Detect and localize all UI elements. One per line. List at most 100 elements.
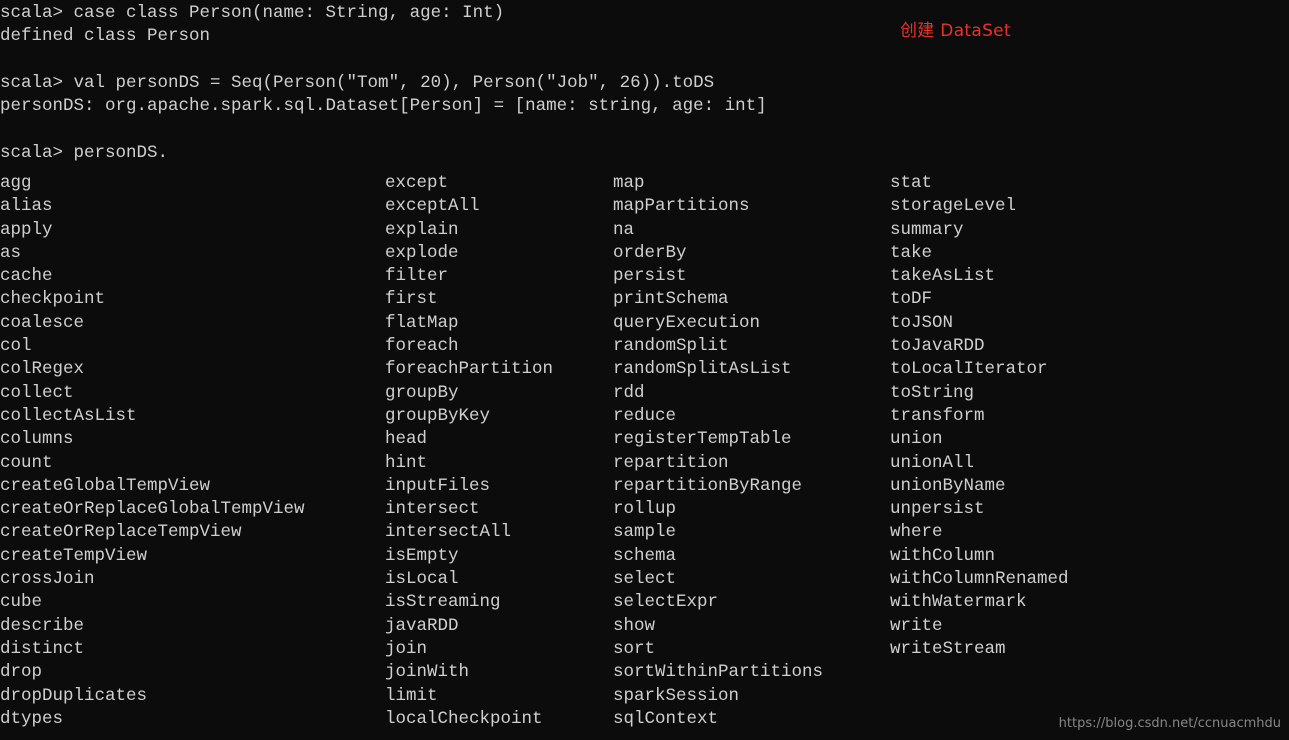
completion-item: queryExecution — [613, 312, 761, 333]
completion-item: foreach — [385, 336, 459, 357]
completion-item: joinWith — [385, 662, 470, 683]
completion-item: toJavaRDD — [890, 336, 985, 357]
completion-item: summary — [890, 219, 964, 240]
completion-item: sparkSession — [613, 685, 740, 706]
completion-item: drop — [0, 662, 43, 683]
completion-item: filter — [385, 266, 449, 287]
completion-item: colRegex — [0, 359, 85, 380]
completion-item: collect — [0, 382, 74, 403]
completion-item: col — [0, 336, 32, 357]
completion-item: exceptAll — [385, 196, 480, 217]
completion-item: where — [890, 522, 943, 543]
completion-item: first — [385, 289, 438, 310]
completion-item: hint — [385, 452, 428, 473]
completion-item: createOrReplaceTempView — [0, 522, 242, 543]
completion-item: apply — [0, 219, 53, 240]
completion-item: union — [890, 429, 943, 450]
completion-item: reduce — [613, 405, 677, 426]
completion-item: collectAsList — [0, 405, 137, 426]
completion-item: repartition — [613, 452, 729, 473]
completion-item: randomSplitAsList — [613, 359, 792, 380]
completion-item: checkpoint — [0, 289, 106, 310]
completion-item: head — [385, 429, 428, 450]
completion-item: write — [890, 615, 943, 636]
completion-item: createOrReplaceGlobalTempView — [0, 499, 305, 520]
completion-item: toJSON — [890, 312, 954, 333]
completion-item: printSchema — [613, 289, 729, 310]
completion-item: cube — [0, 592, 43, 613]
completion-item: toLocalIterator — [890, 359, 1048, 380]
completion-item: persist — [613, 266, 687, 287]
completion-item: crossJoin — [0, 569, 95, 590]
repl-line — [0, 118, 1000, 141]
completion-item: storageLevel — [890, 196, 1017, 217]
completion-item: unionByName — [890, 475, 1006, 496]
completion-item: rollup — [613, 499, 677, 520]
completion-item: coalesce — [0, 312, 85, 333]
completion-item: intersectAll — [385, 522, 512, 543]
completion-item: take — [890, 242, 933, 263]
completion-item: dtypes — [0, 708, 64, 729]
completion-item: isLocal — [385, 569, 459, 590]
completion-item: mapPartitions — [613, 196, 750, 217]
completion-item: join — [385, 638, 428, 659]
completion-item: repartitionByRange — [613, 475, 803, 496]
completion-item: describe — [0, 615, 85, 636]
completion-item: withWatermark — [890, 592, 1027, 613]
completion-item: withColumn — [890, 545, 996, 566]
completion-item: show — [613, 615, 656, 636]
completion-column-2: except exceptAll explain explode filter first… — [385, 172, 553, 731]
completion-item: as — [0, 242, 22, 263]
completion-item: count — [0, 452, 53, 473]
completion-column-4: stat storageLevel summary take takeAsList toD… — [890, 172, 1069, 661]
completion-item: localCheckpoint — [385, 708, 543, 729]
completion-item: alias — [0, 196, 53, 217]
repl-transcript: scala> case class Person(name: String, a… — [0, 2, 1000, 165]
completion-item: toString — [890, 382, 975, 403]
repl-line — [0, 49, 1000, 72]
repl-line: personDS: org.apache.spark.sql.Dataset[P… — [0, 96, 767, 117]
completion-item: explode — [385, 242, 459, 263]
completion-item: sample — [613, 522, 677, 543]
completion-item: sort — [613, 638, 656, 659]
completion-item: isStreaming — [385, 592, 501, 613]
completion-item: dropDuplicates — [0, 685, 148, 706]
completion-item: limit — [385, 685, 438, 706]
completion-item: javaRDD — [385, 615, 459, 636]
completion-item: transform — [890, 405, 985, 426]
completion-item: inputFiles — [385, 475, 491, 496]
annotation-create-dataset: 创建 DataSet — [900, 21, 1011, 41]
completion-item: except — [385, 173, 449, 193]
completion-item: toDF — [890, 289, 933, 310]
completion-item: rdd — [613, 382, 645, 403]
completion-item: agg — [0, 173, 32, 193]
terminal-window[interactable]: scala> case class Person(name: String, a… — [0, 0, 1289, 740]
completion-item: withColumnRenamed — [890, 569, 1069, 590]
completion-item: schema — [613, 545, 677, 566]
completion-item: cache — [0, 266, 53, 287]
completion-item: writeStream — [890, 638, 1006, 659]
completion-item: na — [613, 219, 635, 240]
completion-column-3: map mapPartitions na orderBy persist printSch… — [613, 172, 823, 731]
completion-item: takeAsList — [890, 266, 996, 287]
completion-item: columns — [0, 429, 74, 450]
completion-item: select — [613, 569, 677, 590]
completion-item: groupByKey — [385, 405, 491, 426]
completion-item: randomSplit — [613, 336, 729, 357]
watermark-url: https://blog.csdn.net/ccnuacmhdu — [1058, 716, 1281, 731]
tab-completion-list: agg alias apply as cache checkpoint coalesce co… — [0, 172, 1289, 732]
completion-item: flatMap — [385, 312, 459, 333]
repl-line: scala> personDS. — [0, 142, 169, 163]
completion-item: distinct — [0, 638, 85, 659]
completion-item: sortWithinPartitions — [613, 662, 824, 683]
completion-item: sqlContext — [613, 708, 719, 729]
completion-item: foreachPartition — [385, 359, 554, 380]
completion-item: createGlobalTempView — [0, 475, 211, 496]
completion-item: stat — [890, 173, 933, 193]
repl-line: scala> case class Person(name: String, a… — [0, 3, 505, 23]
completion-item: intersect — [385, 499, 480, 520]
completion-item: orderBy — [613, 242, 687, 263]
repl-line: defined class Person — [0, 26, 211, 47]
completion-item: unpersist — [890, 499, 985, 520]
completion-item: isEmpty — [385, 545, 459, 566]
